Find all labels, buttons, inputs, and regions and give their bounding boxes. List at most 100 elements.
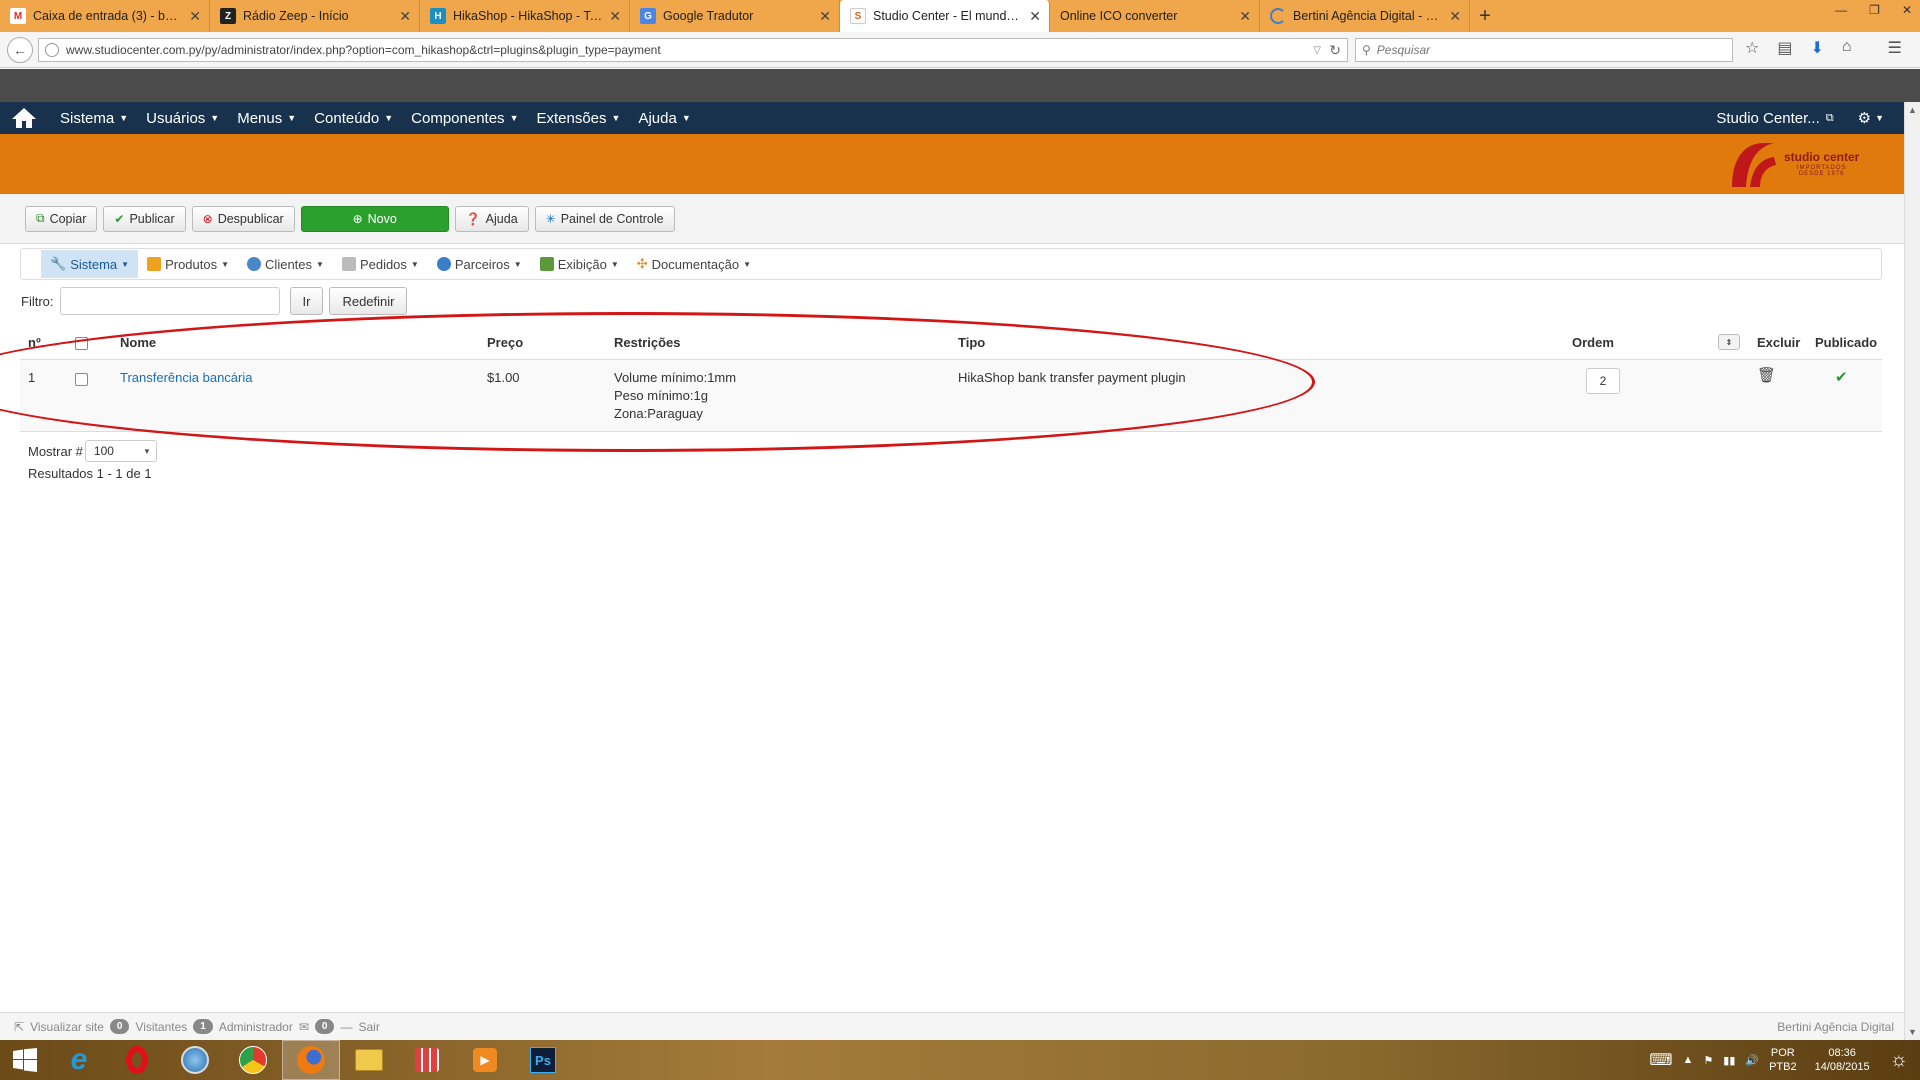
- close-icon[interactable]: ✕: [1239, 8, 1251, 25]
- home-icon[interactable]: [10, 106, 38, 130]
- filter-input[interactable]: [59, 287, 280, 315]
- caret-down-icon: ▼: [611, 113, 621, 123]
- safari-icon[interactable]: [166, 1040, 224, 1080]
- close-icon[interactable]: ✕: [1449, 8, 1461, 25]
- new-button[interactable]: ⊕ Novo: [300, 205, 449, 232]
- row-restriction: Volume mínimo:1mm: [614, 370, 737, 385]
- show-label: Mostrar #: [28, 443, 83, 459]
- scroll-up-icon[interactable]: ▲: [1908, 105, 1917, 115]
- bookmark-star-icon[interactable]: ☆: [1745, 38, 1759, 58]
- filter-reset-button[interactable]: Redefinir: [329, 287, 408, 315]
- volume-icon[interactable]: 🔊: [1745, 1054, 1759, 1067]
- browser-tab[interactable]: M Caixa de entrada (3) - berti... ✕: [0, 0, 210, 32]
- trash-icon[interactable]: 🗑: [1757, 366, 1776, 384]
- home-icon[interactable]: ⌂: [1842, 38, 1852, 58]
- url-dropdown-icon[interactable]: ▽: [1313, 45, 1321, 56]
- ie-icon[interactable]: e: [50, 1040, 108, 1080]
- close-icon[interactable]: ✕: [609, 8, 621, 25]
- user-settings-menu[interactable]: ⚙ ▼: [1858, 109, 1884, 127]
- logout-link[interactable]: Sair: [358, 1020, 379, 1034]
- scroll-down-icon[interactable]: ▼: [1908, 1027, 1917, 1037]
- chrome-icon[interactable]: [224, 1040, 282, 1080]
- row-order-input[interactable]: 2: [1586, 368, 1620, 394]
- help-button[interactable]: ❓ Ajuda: [454, 205, 529, 232]
- opera-icon[interactable]: [108, 1040, 166, 1080]
- minimize-icon[interactable]: —: [1835, 3, 1847, 17]
- col-type[interactable]: Tipo: [958, 335, 985, 350]
- hika-menu-exibicao[interactable]: Exibição ▼: [531, 250, 628, 278]
- control-panel-button[interactable]: ✳ Painel de Controle: [534, 205, 675, 232]
- close-window-icon[interactable]: ✕: [1902, 3, 1912, 17]
- studio-icon: S: [850, 8, 866, 24]
- view-site-link[interactable]: Visualizar site: [30, 1020, 104, 1034]
- tray-expand-icon[interactable]: ▲: [1683, 1054, 1694, 1066]
- select-all-checkbox[interactable]: [75, 337, 88, 350]
- unpublish-button[interactable]: ⊗ Despublicar: [191, 205, 295, 232]
- hika-menu-produtos[interactable]: Produtos ▼: [138, 250, 238, 278]
- close-icon[interactable]: ✕: [819, 8, 831, 25]
- action-center-icon[interactable]: ⚑: [1703, 1054, 1713, 1067]
- input-language[interactable]: POR PTB2: [1769, 1046, 1797, 1075]
- hika-menu-parceiros[interactable]: Parceiros ▼: [428, 250, 531, 278]
- restore-icon[interactable]: ❐: [1869, 3, 1880, 17]
- browser-tab[interactable]: H HikaShop - HikaShop - To... ✕: [420, 0, 630, 32]
- col-order[interactable]: Ordem: [1572, 335, 1614, 350]
- browser-tab[interactable]: Z Rádio Zeep - Início ✕: [210, 0, 420, 32]
- browser-tab[interactable]: G Google Tradutor ✕: [630, 0, 840, 32]
- hika-menu-clientes[interactable]: Clientes ▼: [238, 250, 333, 278]
- hika-menu-sistema[interactable]: 🔧 Sistema ▼: [41, 250, 139, 278]
- reload-icon[interactable]: ↻: [1329, 42, 1341, 59]
- copy-button[interactable]: ⧉ Copiar: [25, 205, 98, 232]
- brightness-icon[interactable]: ☼: [1890, 1049, 1908, 1072]
- windows-start-button[interactable]: [0, 1040, 50, 1080]
- hika-menu-documentacao[interactable]: ✣ Documentação ▼: [628, 250, 760, 278]
- apps-icon[interactable]: [398, 1040, 456, 1080]
- network-icon[interactable]: ▮▮: [1723, 1054, 1735, 1067]
- file-explorer-icon[interactable]: [340, 1040, 398, 1080]
- bookmarks-bar: [0, 69, 1920, 102]
- browser-tab[interactable]: Online ICO converter ✕: [1050, 0, 1260, 32]
- close-icon[interactable]: ✕: [189, 8, 201, 25]
- new-tab-button[interactable]: +: [1470, 0, 1500, 32]
- reading-list-icon[interactable]: ▤: [1777, 38, 1792, 58]
- close-icon[interactable]: ✕: [399, 8, 411, 25]
- row-checkbox[interactable]: [75, 373, 88, 386]
- limit-select[interactable]: 100 ▼: [84, 440, 157, 462]
- browser-tab-active[interactable]: S Studio Center - El mundo ... ✕: [840, 0, 1050, 32]
- search-input[interactable]: ⚲ Pesquisar: [1355, 38, 1733, 62]
- back-button[interactable]: ←: [7, 36, 33, 63]
- browser-tab[interactable]: Bertini Agência Digital - O... ✕: [1260, 0, 1470, 32]
- page-scrollbar[interactable]: ▲ ▼: [1904, 102, 1920, 1040]
- admin-menu-ajuda[interactable]: Ajuda ▼: [630, 110, 700, 127]
- admin-menu-componentes[interactable]: Componentes ▼: [403, 110, 528, 127]
- windows-taskbar: e ▶ Ps ⌨ ▲ ⚑ ▮▮ 🔊 POR PTB2 08:36 14/08/2…: [0, 1040, 1920, 1080]
- photoshop-icon[interactable]: Ps: [514, 1040, 572, 1080]
- col-price[interactable]: Preço: [487, 335, 523, 350]
- col-delete: Excluir: [1757, 335, 1801, 350]
- site-link[interactable]: Studio Center... ⧉: [1716, 110, 1833, 127]
- hamburger-menu-icon[interactable]: ☰: [1888, 38, 1902, 58]
- firefox-icon[interactable]: [282, 1040, 340, 1080]
- documentation-icon: ✣: [636, 256, 648, 271]
- keyboard-icon[interactable]: ⌨: [1649, 1050, 1672, 1070]
- download-icon[interactable]: ⬇: [1810, 38, 1823, 58]
- admin-menu-menus[interactable]: Menus ▼: [229, 110, 306, 127]
- col-name[interactable]: Nome: [120, 335, 156, 350]
- close-icon[interactable]: ✕: [1029, 8, 1041, 25]
- header-banner: studio center IMPORTADOS DESDE 1976: [0, 134, 1904, 194]
- hika-menu-pedidos[interactable]: Pedidos ▼: [333, 250, 428, 278]
- admin-menu-usuarios[interactable]: Usuários ▼: [138, 110, 229, 127]
- action-toolbar: ⧉ Copiar ✔ Publicar ⊗ Despublicar ⊕ Novo ❓ Aj…: [0, 194, 1904, 244]
- col-published[interactable]: Publicado: [1815, 335, 1877, 350]
- clock[interactable]: 08:36 14/08/2015: [1815, 1046, 1870, 1075]
- published-check-icon[interactable]: ✔: [1835, 368, 1848, 386]
- filter-go-button[interactable]: Ir: [289, 287, 324, 315]
- publish-button[interactable]: ✔ Publicar: [103, 205, 186, 232]
- address-bar[interactable]: www.studiocenter.com.py/py/administrator…: [38, 38, 1348, 62]
- row-name-link[interactable]: Transferência bancária: [120, 370, 252, 385]
- media-player-icon[interactable]: ▶: [456, 1040, 514, 1080]
- admin-menu-sistema[interactable]: Sistema ▼: [52, 110, 138, 127]
- save-order-button[interactable]: ⇕: [1718, 334, 1740, 350]
- admin-menu-extensoes[interactable]: Extensões ▼: [528, 110, 630, 127]
- admin-menu-conteudo[interactable]: Conteúdo ▼: [306, 110, 403, 127]
